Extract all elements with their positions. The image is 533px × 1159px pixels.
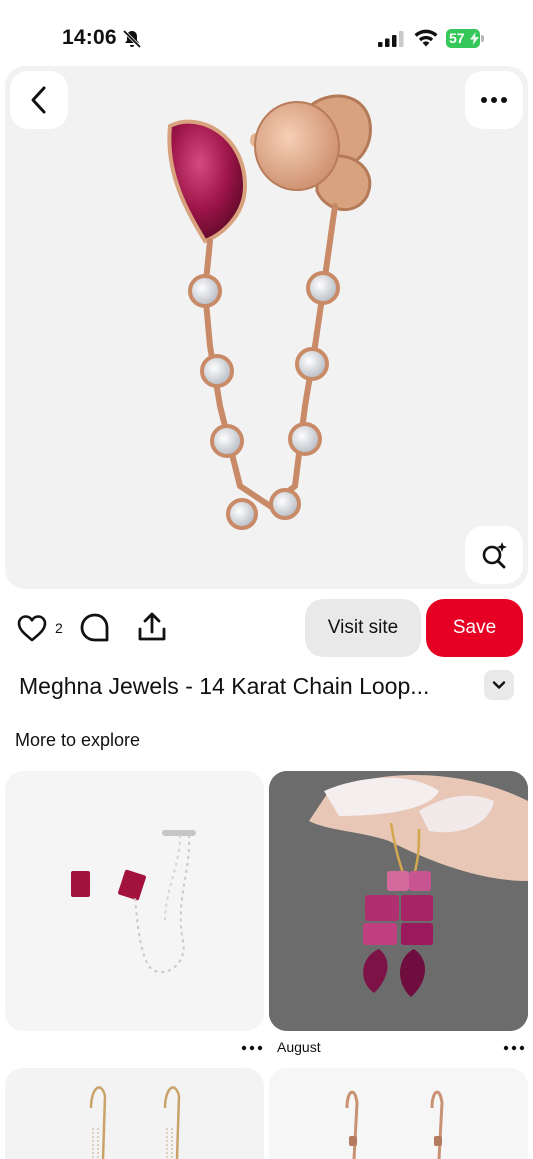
- status-bar: 14:06 57: [0, 0, 533, 66]
- share-icon[interactable]: [135, 610, 169, 644]
- heart-icon[interactable]: [16, 613, 48, 643]
- rose-gold-earrings-photo: [345, 1090, 444, 1159]
- comment-icon[interactable]: [78, 611, 112, 645]
- more-options-button[interactable]: [465, 71, 523, 129]
- like-count: 2: [55, 620, 63, 636]
- charging-bolt-icon: [470, 32, 479, 45]
- earring-photo: [167, 94, 372, 530]
- card-more-icon[interactable]: [503, 1044, 525, 1052]
- cellular-signal-icon: [378, 31, 404, 47]
- card-caption: August: [277, 1039, 321, 1055]
- explore-pin-card[interactable]: [269, 771, 528, 1031]
- battery-tip: [481, 35, 484, 42]
- back-button[interactable]: [10, 71, 68, 129]
- chevron-down-icon: [492, 681, 506, 689]
- battery-level: 57: [449, 30, 465, 46]
- explore-pin-card[interactable]: [269, 1068, 528, 1159]
- status-time: 14:06: [62, 26, 117, 49]
- pin-actions-row: 2 Visit site Save: [0, 599, 533, 657]
- pink-earrings-photo: [269, 771, 528, 1031]
- expand-details-button[interactable]: [484, 670, 514, 700]
- pin-title: Meghna Jewels - 14 Karat Chain Loop...: [19, 673, 430, 699]
- explore-pin-card[interactable]: [5, 771, 264, 1031]
- visual-search-button[interactable]: [465, 526, 523, 584]
- wifi-icon: [414, 29, 438, 47]
- more-icon: [481, 97, 507, 103]
- card-more-icon[interactable]: [241, 1044, 263, 1052]
- ear-cuff-photo: [71, 830, 196, 973]
- gold-earrings-photo: [89, 1086, 181, 1159]
- battery-indicator: 57: [446, 29, 484, 48]
- explore-pin-card[interactable]: [5, 1068, 264, 1159]
- visit-site-button[interactable]: Visit site: [305, 599, 421, 657]
- bell-muted-icon: [122, 29, 142, 49]
- pin-image[interactable]: [5, 66, 528, 589]
- save-button[interactable]: Save: [426, 599, 523, 657]
- more-to-explore-heading: More to explore: [15, 730, 141, 750]
- visual-search-icon: [482, 542, 507, 569]
- back-icon: [31, 86, 46, 114]
